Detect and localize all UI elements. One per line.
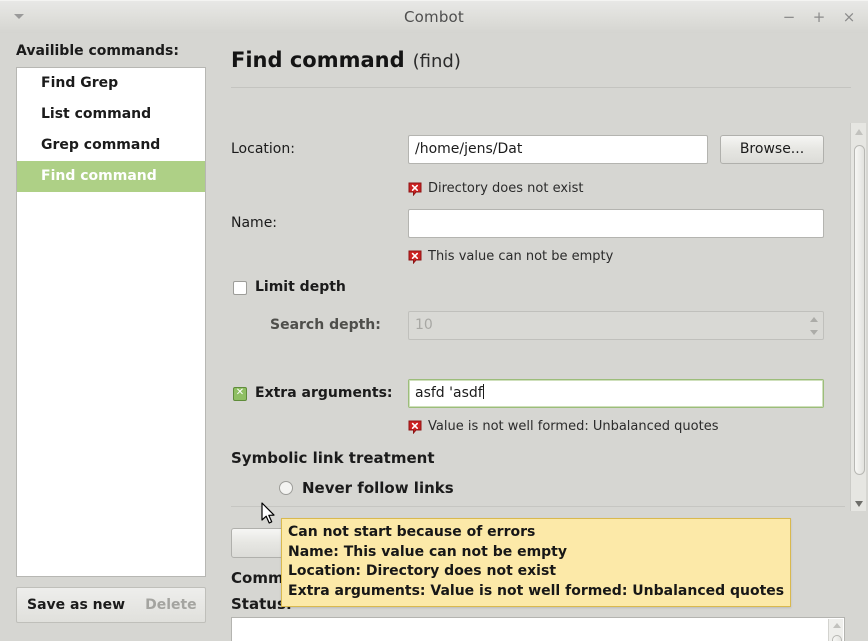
delete-button[interactable]: Delete xyxy=(135,597,207,613)
never-follow-links-radio[interactable] xyxy=(279,481,293,495)
extra-arguments-error-text: Value is not well formed: Unbalanced quo… xyxy=(428,419,719,434)
name-input[interactable] xyxy=(408,209,824,238)
page-title-command: (find) xyxy=(412,51,461,72)
location-input[interactable]: /home/jens/Dat xyxy=(408,135,708,164)
list-item-find-command[interactable]: Find command xyxy=(17,161,205,192)
limit-depth-checkbox[interactable] xyxy=(233,281,247,295)
list-item-find-grep[interactable]: Find Grep xyxy=(17,68,205,99)
spinner-arrows-icon[interactable] xyxy=(810,315,819,337)
error-icon xyxy=(408,420,422,434)
error-icon xyxy=(408,182,422,196)
limit-depth-label: Limit depth xyxy=(255,279,346,295)
sidebar-button-bar: Save as new Delete xyxy=(16,587,206,623)
combot-window: Combot − + × Availible commands: Find Gr… xyxy=(0,0,868,641)
extra-arguments-value: asfd 'asdf xyxy=(415,385,483,401)
output-scroll-up-arrow-icon[interactable] xyxy=(833,623,841,628)
name-error: This value can not be empty xyxy=(408,249,613,264)
command-list[interactable]: Find Grep List command Grep command Find… xyxy=(16,67,206,577)
sidebar: Availible commands: Find Grep List comma… xyxy=(0,33,222,641)
extra-arguments-label: Extra arguments: xyxy=(255,385,393,401)
tooltip-line-2: Name: This value can not be empty xyxy=(288,543,568,560)
list-item-list-command[interactable]: List command xyxy=(17,99,205,130)
text-caret xyxy=(482,384,484,399)
search-depth-label: Search depth: xyxy=(270,317,381,333)
close-button[interactable]: × xyxy=(840,8,858,26)
error-icon xyxy=(408,250,422,264)
sidebar-heading: Availible commands: xyxy=(16,43,179,59)
tooltip-line-3: Location: Directory does not exist xyxy=(288,563,557,579)
minimize-button[interactable]: − xyxy=(780,8,798,26)
extra-arguments-error: Value is not well formed: Unbalanced quo… xyxy=(408,419,718,434)
name-label: Name: xyxy=(231,215,278,231)
search-depth-spinner[interactable]: 10 xyxy=(408,311,824,340)
settings-form: Location: /home/jens/Dat Browse... Direc… xyxy=(222,91,868,511)
location-label: Location: xyxy=(231,141,295,157)
extra-arguments-checkbox[interactable] xyxy=(233,386,247,401)
scroll-down-arrow-icon[interactable] xyxy=(855,501,863,507)
never-follow-links-label: Never follow links xyxy=(302,479,454,497)
actions-divider xyxy=(231,506,845,507)
tooltip-line-4: Extra arguments: Value is not well forme… xyxy=(288,582,785,599)
scroll-up-arrow-icon[interactable] xyxy=(855,129,863,135)
maximize-button[interactable]: + xyxy=(810,8,828,26)
scrollbar-thumb[interactable] xyxy=(854,145,865,475)
list-item-grep-command[interactable]: Grep command xyxy=(17,130,205,161)
error-tooltip: Can not start because of errors Name: Th… xyxy=(281,518,792,607)
location-error-text: Directory does not exist xyxy=(428,181,584,196)
page-title-text: Find command xyxy=(231,48,405,72)
symbolic-link-heading: Symbolic link treatment xyxy=(231,449,435,467)
title-divider xyxy=(231,87,851,88)
search-depth-value: 10 xyxy=(415,317,433,333)
form-scrollbar[interactable] xyxy=(850,123,866,511)
name-error-text: This value can not be empty xyxy=(428,249,614,264)
window-title: Combot xyxy=(403,8,465,26)
tooltip-line-1: Can not start because of errors xyxy=(288,524,536,540)
output-scrollbar-thumb[interactable] xyxy=(832,635,842,641)
title-bar: Combot − + × xyxy=(0,0,868,33)
extra-arguments-input[interactable]: asfd 'asdf xyxy=(408,379,824,408)
save-as-new-button[interactable]: Save as new xyxy=(17,597,135,613)
output-scrollbar[interactable] xyxy=(828,619,843,641)
window-controls: − + × xyxy=(780,8,858,26)
browse-button[interactable]: Browse... xyxy=(720,135,824,164)
page-title: Find command (find) xyxy=(231,48,461,72)
output-textarea[interactable] xyxy=(231,617,845,641)
location-error: Directory does not exist xyxy=(408,181,584,196)
